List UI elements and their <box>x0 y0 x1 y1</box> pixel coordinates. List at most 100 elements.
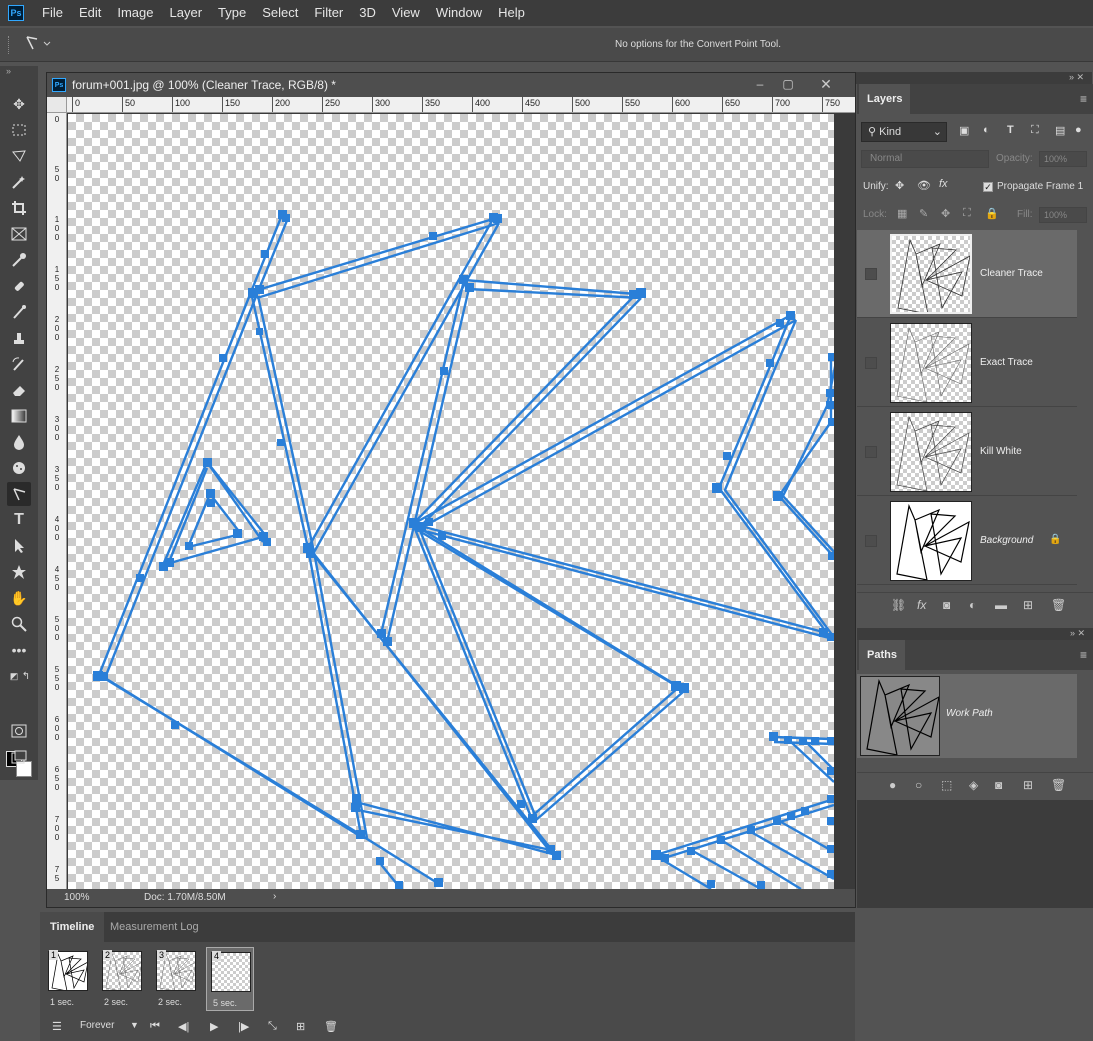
timeline-frame[interactable]: 3 2 sec. <box>152 947 200 1011</box>
lock-artboard-icon[interactable]: ⛶ <box>963 207 971 220</box>
fill-field[interactable]: 100% <box>1039 207 1087 223</box>
move-tool-icon[interactable]: ✥ <box>7 92 31 116</box>
healing-brush-tool-icon[interactable] <box>7 274 31 298</box>
layer-name[interactable]: Background <box>980 535 1033 546</box>
toolbox-collapse-icon[interactable]: » <box>6 66 11 76</box>
layers-panel-menu-icon[interactable]: ≡ <box>1080 92 1087 106</box>
duplicate-frame-icon[interactable]: ⊞ <box>296 1020 305 1033</box>
paths-panel-menu-icon[interactable]: ≡ <box>1080 648 1087 662</box>
loop-options-select[interactable]: Forever <box>80 1020 114 1031</box>
menu-type[interactable]: Type <box>210 0 254 26</box>
options-bar-grip[interactable] <box>8 36 11 54</box>
ruler-origin[interactable] <box>47 97 67 113</box>
marquee-tool-icon[interactable] <box>7 118 31 142</box>
eyedropper-tool-icon[interactable] <box>7 248 31 272</box>
frame-delay[interactable]: 1 sec. <box>50 997 74 1007</box>
new-path-icon[interactable]: ⊞ <box>1023 778 1033 792</box>
tab-paths[interactable]: Paths <box>859 640 905 670</box>
filter-smart-object-icon[interactable]: ▤ <box>1055 124 1065 137</box>
layer-row-exact-trace[interactable]: Exact Trace <box>857 319 1077 407</box>
load-selection-icon[interactable]: ⬚ <box>941 778 952 792</box>
delete-layer-icon[interactable]: 🗑 <box>1051 598 1066 612</box>
brush-tool-icon[interactable] <box>7 300 31 324</box>
link-layers-icon[interactable]: ⛓ <box>891 598 906 612</box>
menu-layer[interactable]: Layer <box>162 0 211 26</box>
panel-dock-top[interactable]: » ✕ <box>856 72 1092 84</box>
layer-name[interactable]: Kill White <box>980 446 1022 457</box>
document-tab[interactable]: Ps forum+001.jpg @ 100% (Cleaner Trace, … <box>47 73 855 97</box>
lock-all-icon[interactable]: 🔒 <box>985 207 999 220</box>
layer-row-kill-white[interactable]: Kill White <box>857 408 1077 496</box>
layer-name[interactable]: Cleaner Trace <box>980 268 1043 279</box>
delete-path-icon[interactable]: 🗑 <box>1051 778 1066 792</box>
close-icon[interactable]: ✕ <box>815 75 837 93</box>
frame-delay[interactable]: 5 sec. <box>213 998 237 1008</box>
swap-colors-icon[interactable]: ↰ <box>14 664 38 688</box>
zoom-tool-icon[interactable] <box>7 612 31 636</box>
sponge-tool-icon[interactable] <box>7 456 31 480</box>
menu-file[interactable]: File <box>34 0 71 26</box>
menu-select[interactable]: Select <box>254 0 306 26</box>
hand-tool-icon[interactable]: ✋ <box>7 586 31 610</box>
paths-dock-top[interactable]: » ✕ <box>857 628 1093 640</box>
first-frame-icon[interactable]: ⏮ <box>150 1020 160 1033</box>
layer-visibility-toggle[interactable] <box>865 268 877 280</box>
quick-mask-icon[interactable] <box>7 719 31 743</box>
make-work-path-icon[interactable]: ◈ <box>969 778 978 792</box>
new-group-icon[interactable]: ▬ <box>995 598 1007 612</box>
more-tools-icon[interactable]: ••• <box>7 638 31 662</box>
menu-view[interactable]: View <box>384 0 428 26</box>
filter-shape-icon[interactable]: ⛶ <box>1031 124 1039 137</box>
frame-delay[interactable]: 2 sec. <box>158 997 182 1007</box>
gradient-tool-icon[interactable] <box>7 404 31 428</box>
convert-point-tool-icon[interactable] <box>7 482 31 506</box>
zoom-level[interactable]: 100% <box>64 892 90 903</box>
maximize-icon[interactable]: ▢ <box>777 75 799 93</box>
convert-to-video-timeline-icon[interactable]: ☰ <box>52 1020 62 1033</box>
propagate-frame-checkbox[interactable]: ✓ <box>983 182 993 192</box>
minimize-icon[interactable]: ‒ <box>749 75 771 93</box>
layer-name[interactable]: Exact Trace <box>980 357 1033 368</box>
layer-row-background[interactable]: Background 🔒 <box>857 497 1077 585</box>
lock-transparent-icon[interactable]: ▦ <box>897 207 907 220</box>
type-tool-icon[interactable]: T <box>7 508 31 532</box>
timeline-frame-selected[interactable]: 4 5 sec. <box>206 947 254 1011</box>
chevron-down-icon[interactable]: ▼ <box>130 1020 139 1030</box>
unify-visibility-icon[interactable]: 👁 <box>917 179 931 192</box>
tween-icon[interactable]: ⤡ <box>268 1020 277 1033</box>
new-layer-icon[interactable]: ⊞ <box>1023 598 1033 612</box>
screen-mode-icon[interactable] <box>7 745 31 769</box>
filter-adjustment-icon[interactable]: ◐ <box>983 124 990 136</box>
lock-position-icon[interactable]: ✥ <box>941 207 950 220</box>
add-mask-icon[interactable]: ◙ <box>943 598 950 612</box>
menu-help[interactable]: Help <box>490 0 533 26</box>
filter-pixel-icon[interactable]: ▣ <box>959 124 969 137</box>
adjustment-layer-icon[interactable]: ◐ <box>969 598 976 612</box>
path-row-work-path[interactable]: Work Path <box>857 674 1077 758</box>
eraser-tool-icon[interactable] <box>7 378 31 402</box>
timeline-frame[interactable]: 1 1 sec. <box>44 947 92 1011</box>
layer-visibility-toggle[interactable] <box>865 535 877 547</box>
previous-frame-icon[interactable]: ◀| <box>178 1020 189 1033</box>
menu-3d[interactable]: 3D <box>351 0 384 26</box>
fill-path-icon[interactable]: ● <box>889 778 896 792</box>
menu-window[interactable]: Window <box>428 0 490 26</box>
status-menu-arrow-icon[interactable]: › <box>273 891 276 902</box>
play-icon[interactable]: ▶ <box>210 1020 218 1033</box>
tab-measurement-log[interactable]: Measurement Log <box>100 912 209 942</box>
blur-tool-icon[interactable] <box>7 430 31 454</box>
stroke-path-icon[interactable]: ○ <box>915 778 922 792</box>
menu-edit[interactable]: Edit <box>71 0 109 26</box>
filter-type-icon[interactable]: T <box>1007 124 1014 136</box>
delete-frame-icon[interactable]: 🗑 <box>324 1020 338 1033</box>
layer-visibility-toggle[interactable] <box>865 357 877 369</box>
horizontal-ruler[interactable]: 0 50 100 150 200 250 300 350 400 450 500 550 600 650 7… <box>67 97 855 113</box>
history-brush-tool-icon[interactable] <box>7 352 31 376</box>
magic-wand-tool-icon[interactable] <box>7 170 31 194</box>
custom-shape-tool-icon[interactable] <box>7 560 31 584</box>
menu-image[interactable]: Image <box>109 0 161 26</box>
layer-visibility-toggle[interactable] <box>865 446 877 458</box>
filter-toggle-icon[interactable]: ● <box>1075 124 1082 136</box>
frame-tool-icon[interactable] <box>7 222 31 246</box>
lasso-tool-icon[interactable] <box>7 144 31 168</box>
